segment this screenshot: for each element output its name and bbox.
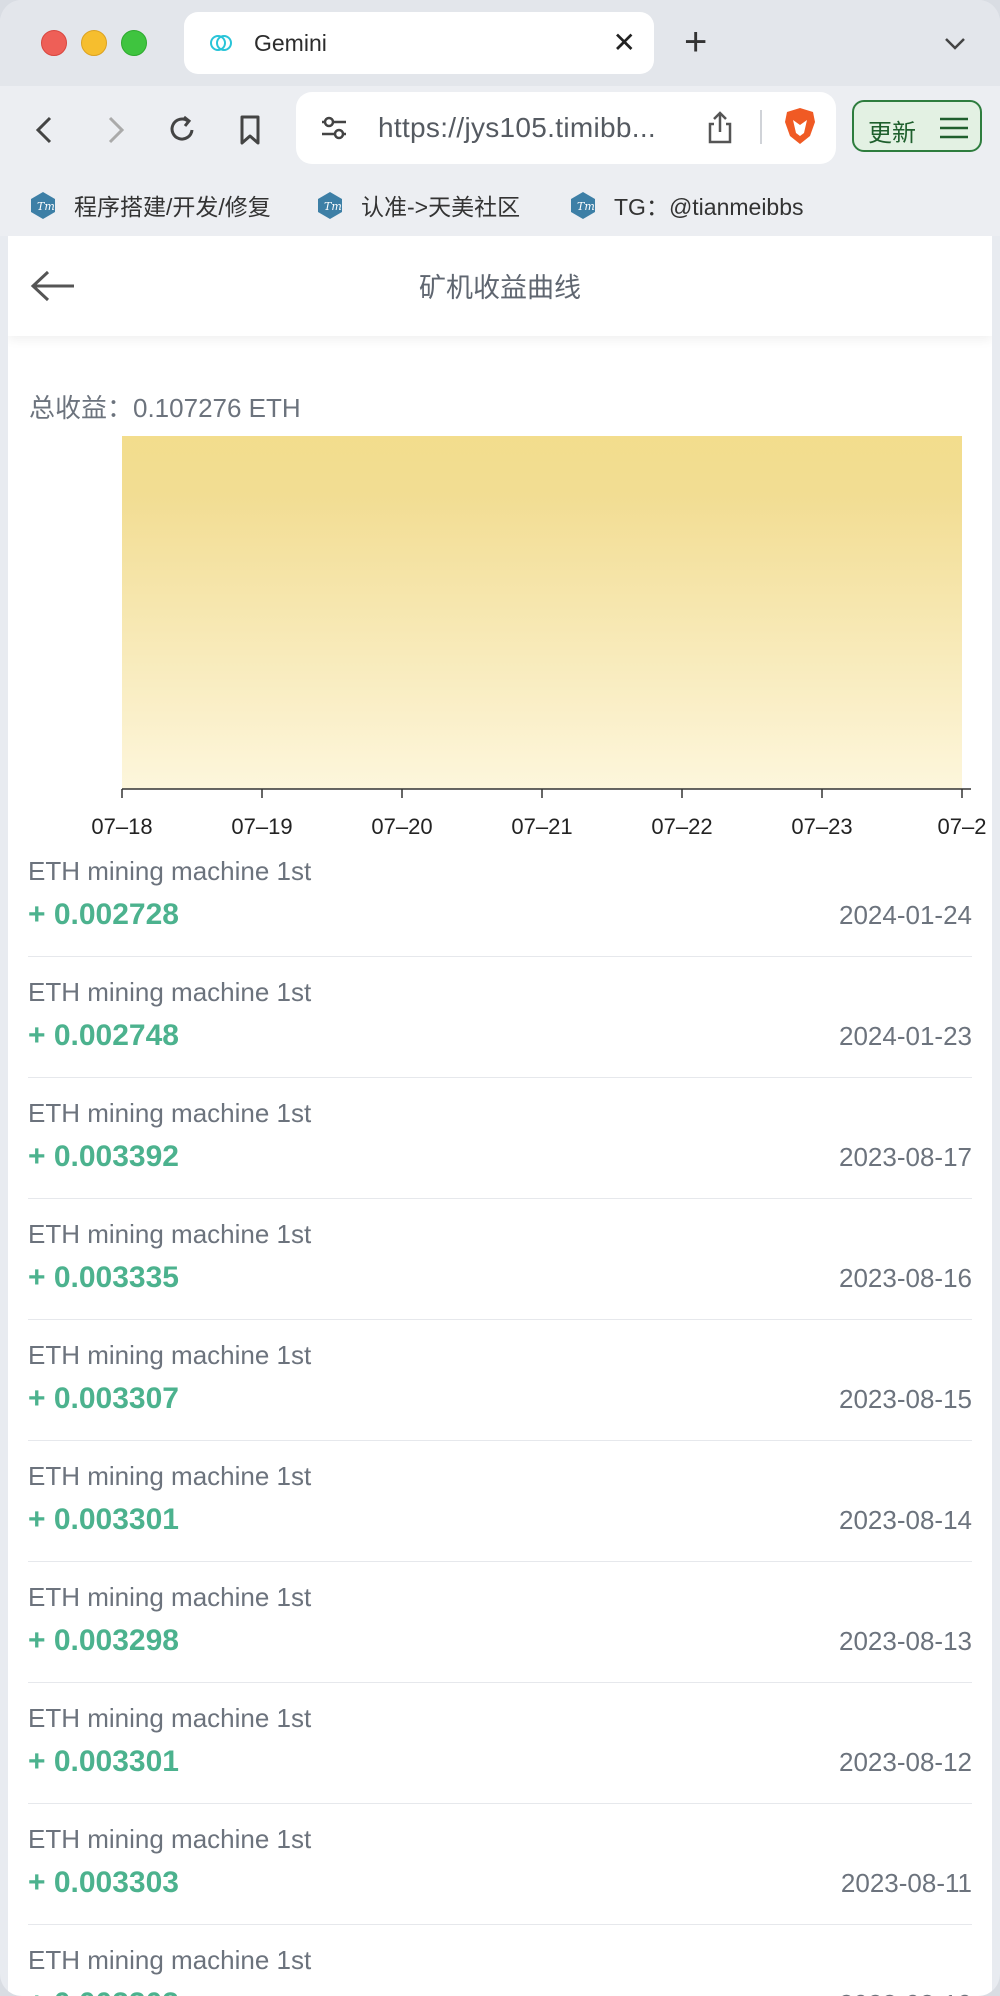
record-amount: + 0.002728 <box>28 898 179 931</box>
x-tick-label: 07–20 <box>371 814 432 836</box>
record-amount: + 0.003301 <box>28 1745 179 1778</box>
back-arrow-icon[interactable] <box>28 112 64 148</box>
tab-title: Gemini <box>254 29 327 56</box>
bookmark-label: TG：@tianmeibbs <box>614 194 804 220</box>
record-name: ETH mining machine 1st <box>28 1824 312 1854</box>
web-page: 矿机收益曲线 总收益：0.107276 ETH 07–18 07–19 07–20 0… <box>8 236 992 1996</box>
list-item[interactable]: ETH mining machine 1st + 0.003298 2023-08-… <box>28 1562 972 1683</box>
x-tick-label: 07–21 <box>511 814 572 836</box>
record-date: 2023-08-11 <box>840 1868 972 1898</box>
x-tick-label: 07–22 <box>651 814 712 836</box>
record-amount: + 0.003303 <box>28 1866 179 1899</box>
record-name: ETH mining machine 1st <box>28 1219 312 1249</box>
earnings-list: ETH mining machine 1st + 0.002728 2024-01-… <box>28 836 972 1996</box>
tm-logo-icon: Tm <box>318 192 342 219</box>
gemini-logo-icon <box>210 35 232 51</box>
close-window-button[interactable] <box>41 30 67 56</box>
chart-area <box>122 436 962 789</box>
record-amount: + 0.003301 <box>28 1503 179 1536</box>
menu-icon <box>940 117 968 139</box>
record-amount: + 0.003335 <box>28 1261 179 1294</box>
bookmark-label: 程序搭建/开发/修复 <box>74 194 271 220</box>
bookmark-item-1[interactable]: Tm 程序搭建/开发/修复 <box>28 188 271 222</box>
total-earnings: 总收益：0.107276 ETH <box>29 393 301 423</box>
divider <box>760 110 762 144</box>
record-date: 2023-08-16 <box>839 1263 972 1293</box>
update-label: 更新 <box>868 120 916 147</box>
record-amount: + 0.003307 <box>28 1382 179 1415</box>
bookmark-icon[interactable] <box>232 112 268 148</box>
svg-text:Tm: Tm <box>324 200 342 213</box>
address-bar[interactable]: https://jys105.timibb... <box>296 92 836 164</box>
record-date: 2023-08-15 <box>839 1384 972 1414</box>
bookmark-item-2[interactable]: Tm 认准->天美社区 <box>315 188 520 222</box>
record-date: 2024-01-23 <box>839 1021 972 1051</box>
browser-toolbar: https://jys105.timibb... 更新 <box>0 86 1000 174</box>
maximize-window-button[interactable] <box>121 30 147 56</box>
record-name: ETH mining machine 1st <box>28 977 312 1007</box>
new-tab-icon[interactable]: + <box>684 22 707 62</box>
url-text[interactable]: https://jys105.timibb... <box>378 112 656 144</box>
list-item[interactable]: ETH mining machine 1st + 0.002748 2024-01-… <box>28 957 972 1078</box>
record-amount: + 0.003392 <box>28 1140 179 1173</box>
share-icon[interactable] <box>704 110 736 146</box>
record-date: 2023-08-17 <box>839 1142 972 1172</box>
bookmarks-bar: Tm 程序搭建/开发/修复 Tm 认准->天美社区 Tm TG：@tianmei… <box>0 174 1000 236</box>
list-item[interactable]: ETH mining machine 1st + 0.002728 2024-01-… <box>28 836 972 957</box>
reload-icon[interactable] <box>164 112 200 148</box>
record-amount: + 0.002748 <box>28 1019 179 1052</box>
chevron-down-icon[interactable] <box>940 28 970 58</box>
update-button[interactable]: 更新 <box>852 100 982 152</box>
browser-window: Gemini ✕ + https://jys105.timibb... 更新 T… <box>0 0 1000 1996</box>
tm-logo-icon: Tm <box>571 192 595 219</box>
page-title: 矿机收益曲线 <box>419 273 581 303</box>
list-item[interactable]: ETH mining machine 1st + 0.003307 2023-08-… <box>28 1320 972 1441</box>
record-name: ETH mining machine 1st <box>28 856 312 886</box>
tm-logo-icon: Tm <box>31 192 55 219</box>
brave-shield-icon[interactable] <box>782 106 818 146</box>
record-amount: + 0.003298 <box>28 1624 179 1657</box>
x-tick-label: 07–2 <box>938 814 987 836</box>
record-name: ETH mining machine 1st <box>28 1945 312 1975</box>
record-date: 2023-08-13 <box>839 1626 972 1656</box>
tab-strip: Gemini ✕ + <box>0 0 1000 86</box>
record-name: ETH mining machine 1st <box>28 1340 312 1370</box>
x-tick-label: 07–23 <box>791 814 852 836</box>
record-date: 2023-08-10 <box>839 1989 972 1996</box>
record-amount: + 0.003303 <box>28 1987 179 1996</box>
earnings-chart: 07–18 07–19 07–20 07–21 07–22 07–23 07–2 <box>91 436 987 836</box>
record-name: ETH mining machine 1st <box>28 1461 312 1491</box>
list-item[interactable]: ETH mining machine 1st + 0.003303 2023-08-… <box>28 1925 972 1996</box>
forward-arrow-icon[interactable] <box>96 112 132 148</box>
svg-text:Tm: Tm <box>577 200 595 213</box>
list-item[interactable]: ETH mining machine 1st + 0.003392 2023-08-… <box>28 1078 972 1199</box>
list-item[interactable]: ETH mining machine 1st + 0.003303 2023-08-… <box>28 1804 972 1925</box>
list-item[interactable]: ETH mining machine 1st + 0.003301 2023-08-… <box>28 1441 972 1562</box>
page-header: 矿机收益曲线 <box>8 236 992 336</box>
x-tick-label: 07–18 <box>91 814 152 836</box>
minimize-window-button[interactable] <box>81 30 107 56</box>
record-date: 2024-01-24 <box>839 900 972 930</box>
x-tick-label: 07–19 <box>231 814 292 836</box>
close-tab-icon[interactable]: ✕ <box>613 28 636 58</box>
record-date: 2023-08-12 <box>839 1747 972 1777</box>
record-date: 2023-08-14 <box>839 1505 972 1535</box>
record-name: ETH mining machine 1st <box>28 1098 312 1128</box>
bookmark-label: 认准->天美社区 <box>361 194 521 220</box>
tab-gemini[interactable]: Gemini ✕ <box>184 12 654 74</box>
bookmark-item-3[interactable]: Tm TG：@tianmeibbs <box>568 188 804 222</box>
list-item[interactable]: ETH mining machine 1st + 0.003335 2023-08-… <box>28 1199 972 1320</box>
record-name: ETH mining machine 1st <box>28 1703 312 1733</box>
list-item[interactable]: ETH mining machine 1st + 0.003301 2023-08-… <box>28 1683 972 1804</box>
site-settings-icon[interactable] <box>320 114 348 142</box>
svg-text:Tm: Tm <box>37 200 55 213</box>
record-name: ETH mining machine 1st <box>28 1582 312 1612</box>
